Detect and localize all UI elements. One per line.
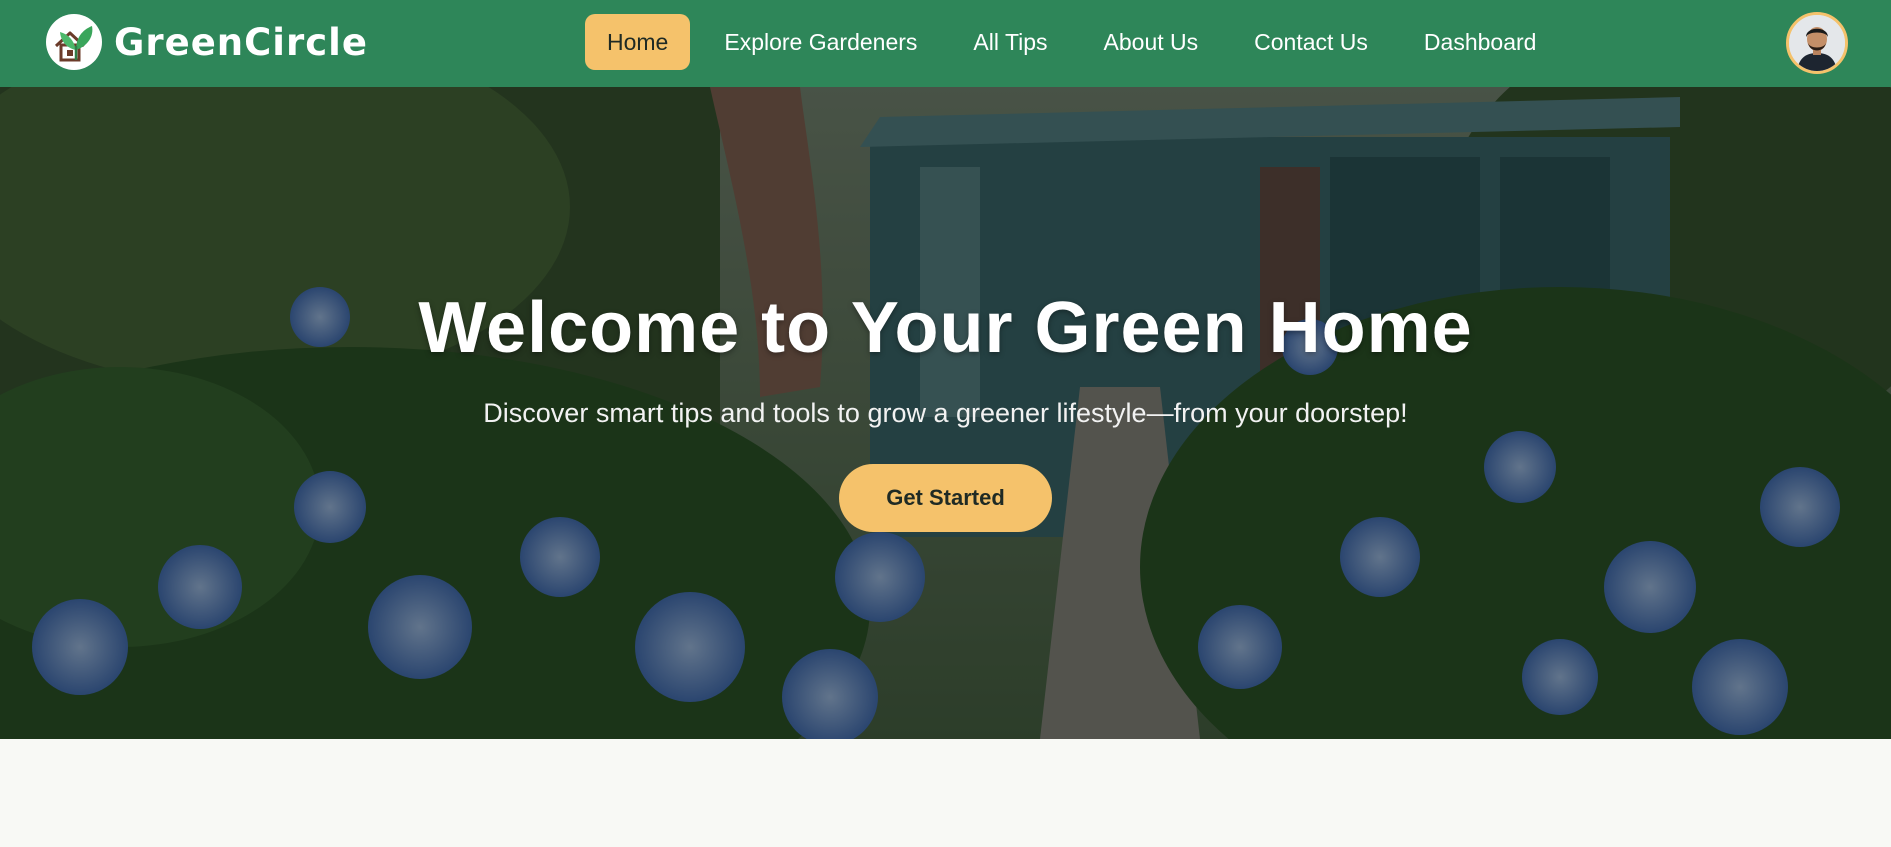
hero-content: Welcome to Your Green Home Discover smar… <box>0 87 1891 739</box>
nav-item-all-tips[interactable]: All Tips <box>951 14 1069 70</box>
nav-item-home[interactable]: Home <box>585 14 691 70</box>
nav-item-about-us[interactable]: About Us <box>1082 14 1221 70</box>
get-started-button[interactable]: Get Started <box>839 464 1052 532</box>
hero-subtitle: Discover smart tips and tools to grow a … <box>483 398 1408 428</box>
navbar: GreenCircle Home Explore Gardeners All T… <box>0 0 1891 87</box>
hero-section: Welcome to Your Green Home Discover smar… <box>0 87 1891 739</box>
page-content-area <box>0 739 1891 847</box>
nav-item-contact-us[interactable]: Contact Us <box>1232 14 1390 70</box>
brand-link[interactable]: GreenCircle <box>46 14 368 70</box>
brand-name: GreenCircle <box>114 20 368 64</box>
main-nav: Home Explore Gardeners All Tips About Us… <box>585 14 1570 70</box>
nav-item-dashboard[interactable]: Dashboard <box>1402 14 1559 70</box>
nav-item-explore-gardeners[interactable]: Explore Gardeners <box>702 14 939 70</box>
hero-title: Welcome to Your Green Home <box>418 288 1473 368</box>
house-leaf-logo-icon <box>46 14 102 70</box>
user-avatar[interactable] <box>1786 12 1848 74</box>
